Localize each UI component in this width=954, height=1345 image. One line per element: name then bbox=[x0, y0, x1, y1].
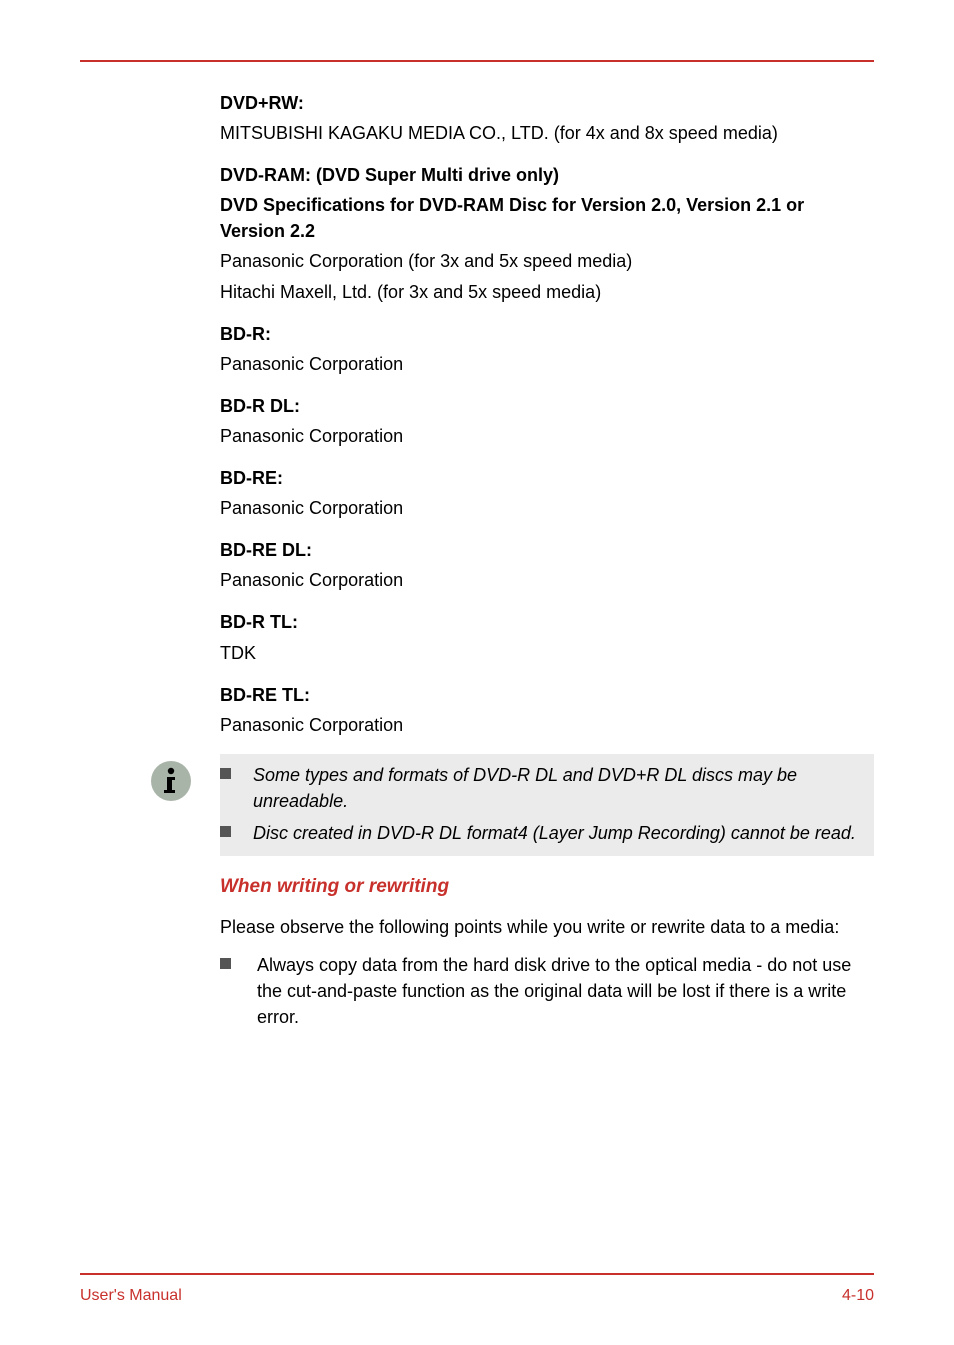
media-label: BD-R: bbox=[220, 321, 874, 347]
info-body: Some types and formats of DVD-R DL and D… bbox=[220, 754, 874, 856]
section-bullet-list: Always copy data from the hard disk driv… bbox=[220, 952, 874, 1030]
media-bd-re-dl: BD-RE DL: Panasonic Corporation bbox=[220, 537, 874, 593]
media-value: Hitachi Maxell, Ltd. (for 3x and 5x spee… bbox=[220, 279, 874, 305]
media-bd-r-tl: BD-R TL: TDK bbox=[220, 609, 874, 665]
bullet-icon bbox=[220, 768, 231, 779]
media-label: BD-RE: bbox=[220, 465, 874, 491]
media-dvd-ram: DVD-RAM: (DVD Super Multi drive only) DV… bbox=[220, 162, 874, 304]
media-spec: DVD Specifications for DVD-RAM Disc for … bbox=[220, 192, 874, 244]
media-value: Panasonic Corporation bbox=[220, 423, 874, 449]
media-label: BD-R TL: bbox=[220, 609, 874, 635]
content-area: DVD+RW: MITSUBISHI KAGAKU MEDIA CO., LTD… bbox=[80, 90, 874, 1273]
media-value: Panasonic Corporation bbox=[220, 351, 874, 377]
info-icon-wrap bbox=[150, 754, 220, 802]
info-callout: Some types and formats of DVD-R DL and D… bbox=[150, 754, 874, 856]
media-value: Panasonic Corporation bbox=[220, 712, 874, 738]
bullet-icon bbox=[220, 826, 231, 837]
bullet-text: Always copy data from the hard disk driv… bbox=[257, 952, 874, 1030]
media-value: Panasonic Corporation bbox=[220, 567, 874, 593]
media-dvd-plus-rw: DVD+RW: MITSUBISHI KAGAKU MEDIA CO., LTD… bbox=[220, 90, 874, 146]
bottom-divider bbox=[80, 1273, 874, 1275]
footer-left: User's Manual bbox=[80, 1287, 182, 1305]
top-divider bbox=[80, 60, 874, 62]
media-value: Panasonic Corporation bbox=[220, 495, 874, 521]
footer-right: 4-10 bbox=[842, 1287, 874, 1305]
list-item: Disc created in DVD-R DL format4 (Layer … bbox=[220, 820, 858, 846]
media-value: Panasonic Corporation (for 3x and 5x spe… bbox=[220, 248, 874, 274]
list-item: Always copy data from the hard disk driv… bbox=[220, 952, 874, 1030]
media-bd-re: BD-RE: Panasonic Corporation bbox=[220, 465, 874, 521]
section-intro: Please observe the following points whil… bbox=[220, 914, 874, 940]
note-text: Some types and formats of DVD-R DL and D… bbox=[253, 762, 858, 814]
note-text: Disc created in DVD-R DL format4 (Layer … bbox=[253, 820, 858, 846]
media-label: BD-RE DL: bbox=[220, 537, 874, 563]
info-note-list: Some types and formats of DVD-R DL and D… bbox=[220, 762, 858, 846]
media-label: BD-RE TL: bbox=[220, 682, 874, 708]
info-icon bbox=[150, 760, 192, 802]
section-heading: When writing or rewriting bbox=[220, 876, 874, 898]
media-value: MITSUBISHI KAGAKU MEDIA CO., LTD. (for 4… bbox=[220, 120, 874, 146]
bullet-icon bbox=[220, 958, 231, 969]
media-label: DVD-RAM: (DVD Super Multi drive only) bbox=[220, 162, 874, 188]
media-bd-r: BD-R: Panasonic Corporation bbox=[220, 321, 874, 377]
media-label: BD-R DL: bbox=[220, 393, 874, 419]
list-item: Some types and formats of DVD-R DL and D… bbox=[220, 762, 858, 814]
page-footer: User's Manual 4-10 bbox=[80, 1287, 874, 1305]
media-bd-r-dl: BD-R DL: Panasonic Corporation bbox=[220, 393, 874, 449]
media-bd-re-tl: BD-RE TL: Panasonic Corporation bbox=[220, 682, 874, 738]
media-value: TDK bbox=[220, 640, 874, 666]
media-label: DVD+RW: bbox=[220, 90, 874, 116]
